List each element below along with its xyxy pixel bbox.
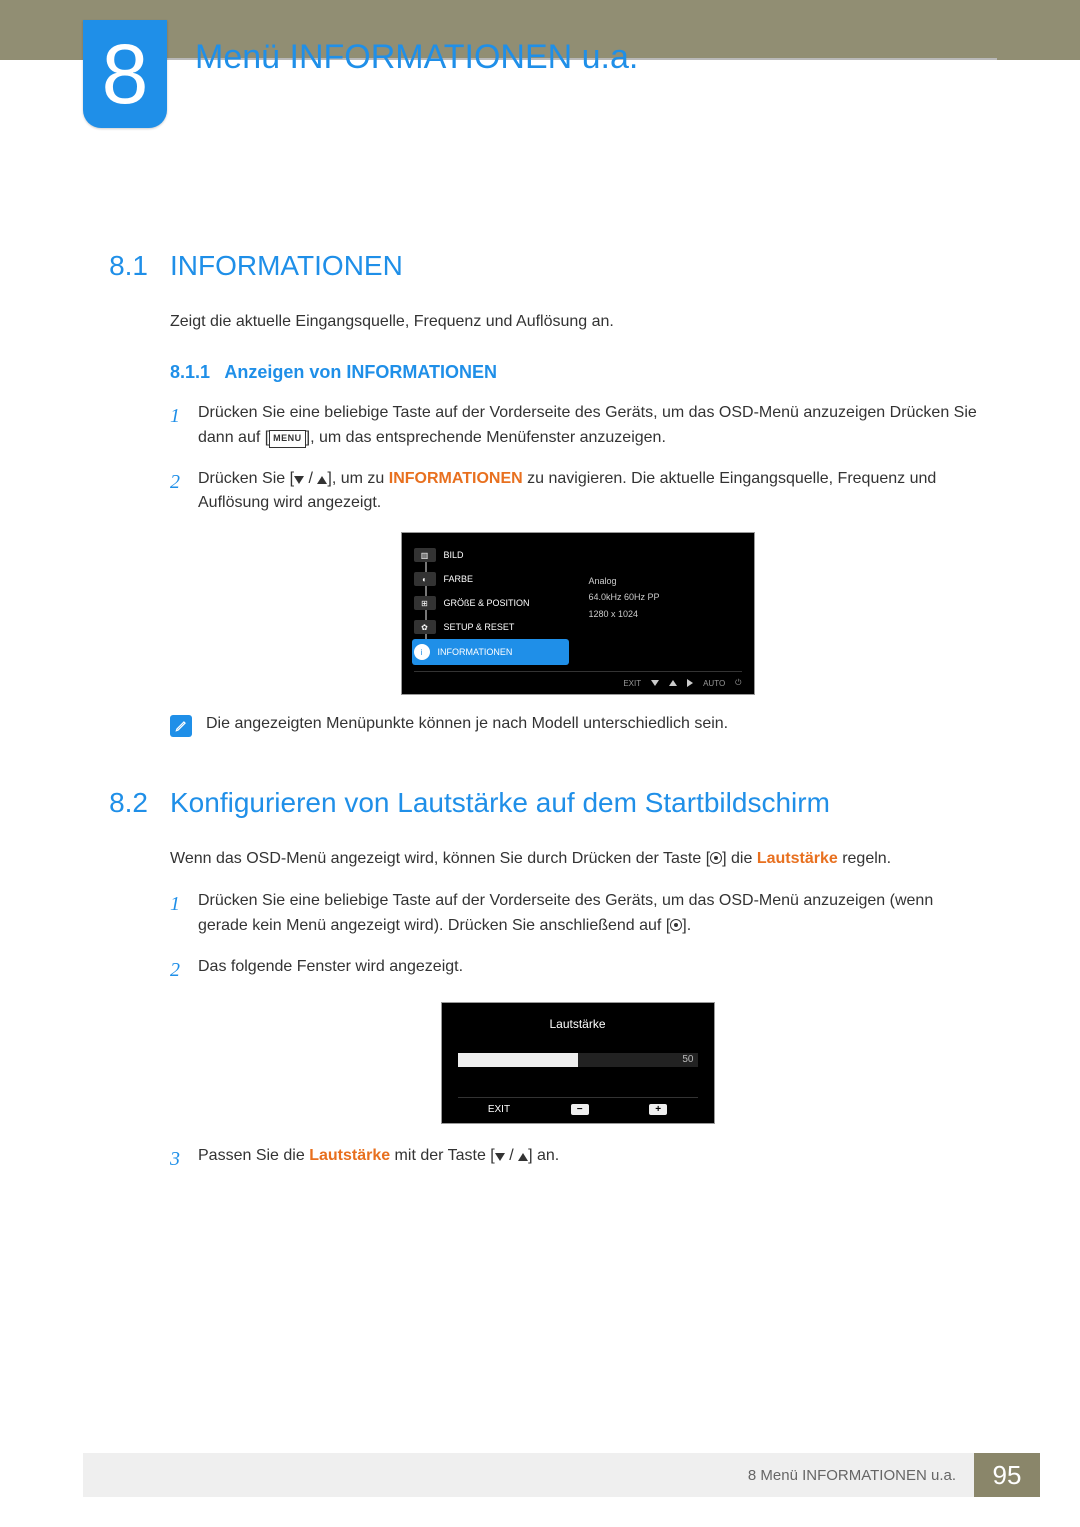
osd-info-panel: ▥ BILD ◐ FARBE ⊞ GRÖßE & POSITION ✿ SETUP & … [401,532,755,695]
volume-highlight: Lautstärke [757,850,838,867]
step-number-2: 2 [170,467,198,517]
volume-bar: 50 [458,1053,698,1067]
menu-button-icon: MENU [269,430,306,448]
section-number-81: 8.1 [0,250,170,282]
chapter-number: 8 [102,32,149,116]
sec82-step2: Das folgende Fenster wird angezeigt. [198,955,985,986]
osd-signal: Analog [589,573,742,589]
picture-icon: ▥ [414,548,436,562]
section-title-81: INFORMATIONEN [170,250,403,282]
osd-item-size: GRÖßE & POSITION [444,598,530,608]
up-icon [518,1153,528,1161]
up-icon [317,476,327,484]
subsection-811: 8.1.1 Anzeigen von INFORMATIONEN [170,362,985,383]
jog-icon [670,919,682,931]
size-icon: ⊞ [414,596,436,610]
play-icon [687,679,693,687]
sec82-step1: Drücken Sie eine beliebige Taste auf der… [198,889,985,939]
section-number-82: 8.2 [0,787,170,819]
osd-item-farbe: FARBE [444,574,474,584]
step-number-3b: 3 [170,1144,198,1175]
volume-exit-label: EXIT [488,1104,510,1115]
down-icon [495,1153,505,1161]
osd-exit-label: EXIT [623,679,641,688]
note-icon [170,715,192,737]
osd-item-bild: BILD [444,550,464,560]
minus-icon: − [571,1104,589,1115]
note-text: Die angezeigten Menüpunkte können je nac… [206,715,728,733]
volume-bar-fill [458,1053,578,1067]
color-icon: ◐ [414,572,436,586]
step-number-2b: 2 [170,955,198,986]
chapter-title: Menü INFORMATIONEN u.a. [195,38,638,77]
volume-highlight-2: Lautstärke [309,1147,390,1164]
section-81-intro: Zeigt die aktuelle Eingangsquelle, Frequ… [170,310,985,334]
sec82-step3: Passen Sie die Lautstärke mit der Taste … [198,1144,985,1175]
page-number: 95 [974,1453,1040,1497]
nav-target: INFORMATIONEN [389,470,523,487]
volume-value: 50 [682,1053,693,1067]
osd-item-setup: SETUP & RESET [444,622,515,632]
step-1-text: Drücken Sie eine beliebige Taste auf der… [198,401,985,451]
osd-footer: EXIT AUTO ⏻ [414,671,742,694]
osd-info-values: Analog 64.0kHz 60Hz PP 1280 x 1024 [569,543,742,665]
jog-icon [710,852,722,864]
page-footer: 8 Menü INFORMATIONEN u.a. 95 [83,1453,1040,1497]
osd-auto-label: AUTO [703,679,725,688]
osd-nav: ▥ BILD ◐ FARBE ⊞ GRÖßE & POSITION ✿ SETUP & … [414,543,569,665]
volume-title: Lautstärke [458,1017,698,1031]
step-number-1b: 1 [170,889,198,939]
power-icon: ⏻ [735,678,741,688]
subsection-number: 8.1.1 [170,362,210,382]
down-icon [651,680,659,686]
section-title-82: Konfigurieren von Lautstärke auf dem Sta… [170,787,830,819]
subsection-title: Anzeigen von INFORMATIONEN [224,362,497,382]
footer-text: 8 Menü INFORMATIONEN u.a. [83,1453,974,1497]
info-icon: i [414,644,430,660]
plus-icon: + [649,1104,667,1115]
section-82-intro: Wenn das OSD-Menü angezeigt wird, können… [170,847,985,871]
osd-item-info: INFORMATIONEN [438,647,513,657]
chapter-badge: 8 [83,20,167,128]
volume-panel: Lautstärke 50 EXIT − + [441,1002,715,1124]
gear-icon: ✿ [414,620,436,634]
osd-res: 1280 x 1024 [589,606,742,622]
step-2-text: Drücken Sie [ / ], um zu INFORMATIONEN z… [198,467,985,517]
down-icon [294,476,304,484]
osd-freq: 64.0kHz 60Hz PP [589,589,742,605]
step-number-1: 1 [170,401,198,451]
up-icon [669,680,677,686]
